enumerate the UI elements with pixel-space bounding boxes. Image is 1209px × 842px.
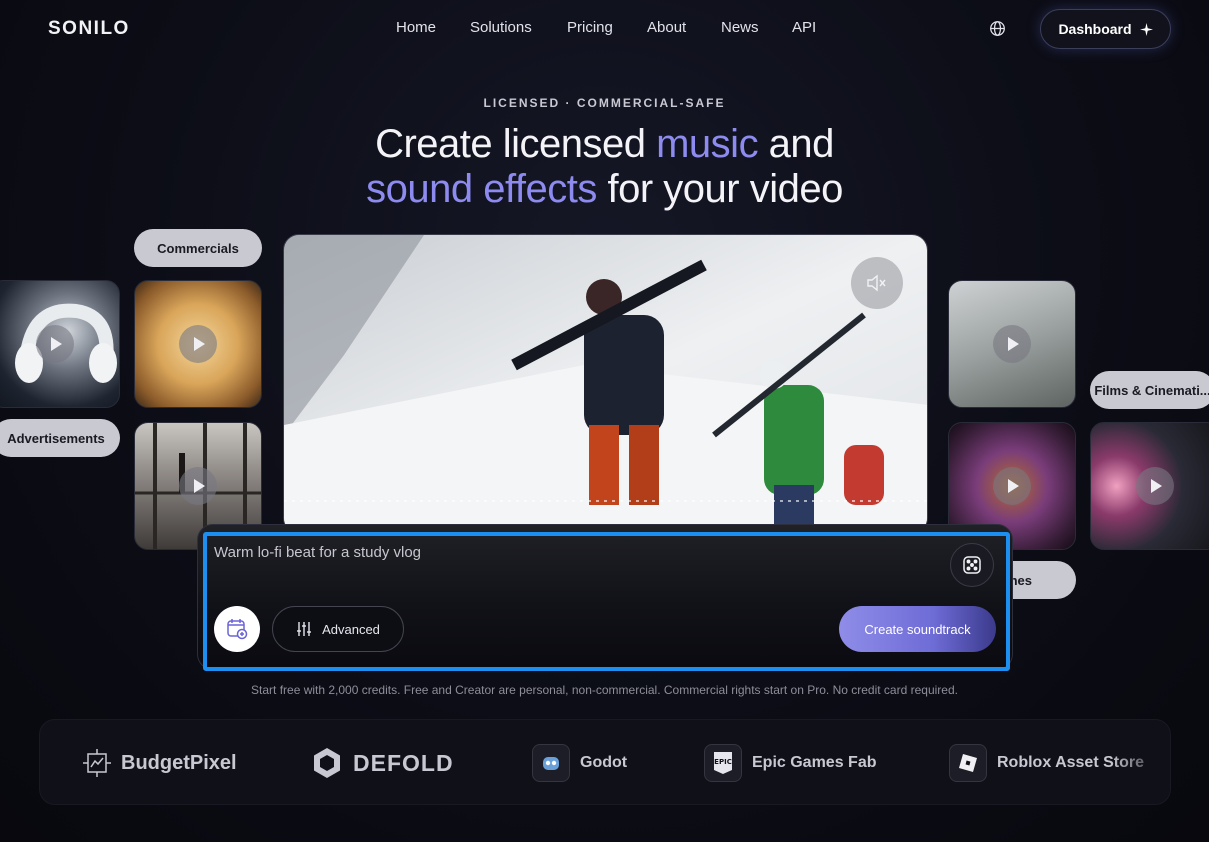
muted-speaker-icon [867, 274, 886, 292]
logo[interactable]: SONILO [48, 18, 130, 40]
video-thumb-headphones[interactable] [0, 280, 120, 408]
prompt-input[interactable]: Warm lo-fi beat for a study vlog [214, 544, 421, 561]
dashboard-label: Dashboard [1058, 21, 1132, 37]
video-thumb-food[interactable] [134, 280, 262, 408]
headline-text-2: and [758, 122, 835, 166]
video-thumb-sci-fi[interactable] [1090, 422, 1209, 550]
epic-games-logo-icon: EPIC [704, 744, 742, 782]
nav-about[interactable]: About [647, 19, 686, 36]
hero-eyebrow: LICENSED · COMMERCIAL-SAFE [483, 96, 726, 110]
main-video[interactable] [283, 234, 928, 534]
nav-home[interactable]: Home [396, 19, 436, 36]
globe-icon[interactable] [989, 20, 1006, 37]
svg-text:EPIC: EPIC [714, 758, 732, 766]
partner-epic-games-fab[interactable]: EPIC Epic Games Fab [704, 720, 877, 804]
ski-scene [284, 235, 927, 533]
category-advertisements[interactable]: Advertisements [0, 419, 120, 457]
headline-accent-music: music [656, 122, 759, 166]
play-icon[interactable] [1136, 467, 1174, 505]
godot-logo-icon [532, 744, 570, 782]
sliders-icon [297, 622, 312, 636]
category-commercials[interactable]: Commercials [134, 229, 262, 267]
partner-logos: BudgetPixel DEFOLD Godot EPIC Epic Games… [39, 719, 1171, 805]
partner-godot[interactable]: Godot [532, 720, 628, 804]
play-icon[interactable] [993, 467, 1031, 505]
sparkle-icon [1139, 22, 1153, 36]
headline-text-1: Create licensed [375, 122, 657, 166]
video-upload-icon [227, 619, 248, 640]
partner-fade [1110, 720, 1170, 804]
play-icon[interactable] [179, 325, 217, 363]
play-icon[interactable] [179, 467, 217, 505]
nav-solutions[interactable]: Solutions [470, 19, 532, 36]
nav-pricing[interactable]: Pricing [567, 19, 613, 36]
nav-api[interactable]: API [792, 19, 816, 36]
budgetpixel-logo-icon [83, 749, 111, 777]
play-icon[interactable] [36, 325, 74, 363]
video-thumb-ice-glass[interactable] [948, 280, 1076, 408]
advanced-label: Advanced [322, 621, 380, 637]
random-prompt-button[interactable] [950, 543, 994, 587]
dashboard-button[interactable]: Dashboard [1040, 9, 1171, 49]
partner-name: Epic Games Fab [752, 754, 877, 771]
play-icon[interactable] [993, 325, 1031, 363]
mute-button[interactable] [851, 257, 903, 309]
top-nav: SONILO Home Solutions Pricing About News… [0, 0, 1209, 58]
category-films[interactable]: Films & Cinemati... [1090, 371, 1209, 409]
headline-text-3: for your video [596, 167, 843, 211]
headline-accent-sfx: sound effects [366, 167, 597, 211]
partner-name: DEFOLD [353, 749, 454, 776]
hero-headline: Create licensed music and sound effects … [0, 122, 1209, 212]
partner-name: BudgetPixel [121, 751, 237, 774]
roblox-logo-icon [949, 744, 987, 782]
upload-video-button[interactable] [214, 606, 260, 652]
nav-news[interactable]: News [721, 19, 759, 36]
create-soundtrack-button[interactable]: Create soundtrack [839, 606, 996, 652]
dice-icon [963, 556, 981, 574]
partner-defold[interactable]: DEFOLD [311, 720, 454, 804]
partner-name: Godot [580, 754, 628, 771]
advanced-button[interactable]: Advanced [272, 606, 404, 652]
fine-print: Start free with 2,000 credits. Free and … [251, 683, 958, 697]
defold-logo-icon [314, 748, 340, 778]
partner-budgetpixel[interactable]: BudgetPixel [83, 720, 237, 804]
